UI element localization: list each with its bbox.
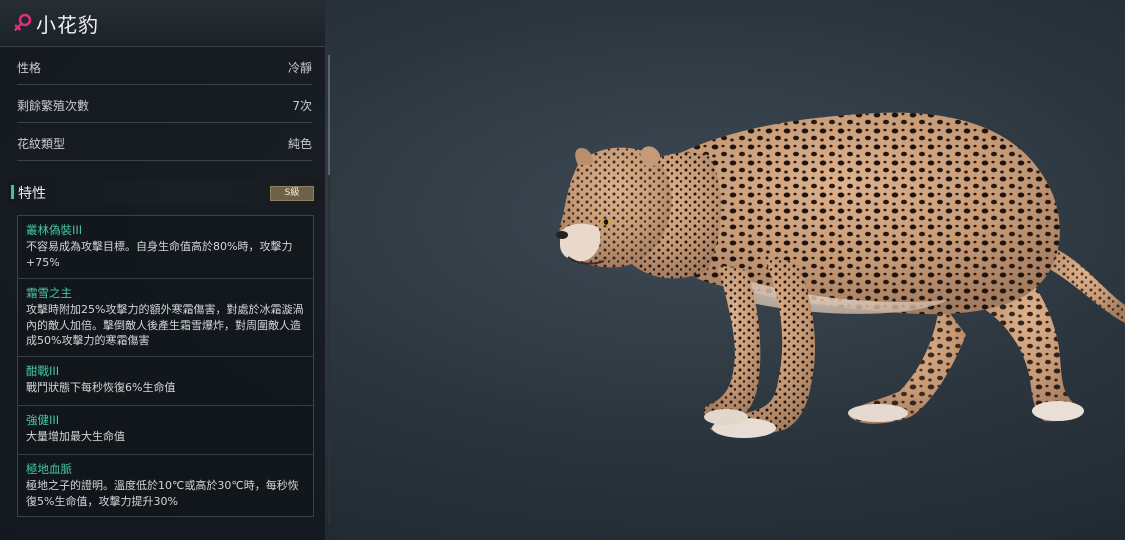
creature-info-panel: 小花豹 性格 冷靜 剩餘繁殖次數 7次 花紋類型 純色 特性 S級 叢林偽裝II…: [0, 0, 325, 540]
trait-name: 酣戰III: [26, 364, 60, 378]
trait-description: 戰鬥狀態下每秒恢復6%生命值: [26, 381, 176, 394]
trait-name: 極地血脈: [26, 462, 72, 476]
panel-header: 小花豹: [0, 0, 325, 47]
section-accent-bar: [11, 185, 14, 199]
traits-section-title: 特性: [18, 186, 46, 202]
trait-name: 叢林偽裝III: [26, 223, 83, 237]
grade-badge: S級: [270, 186, 314, 201]
attribute-label: 花紋類型: [17, 137, 66, 151]
trait-item[interactable]: 酣戰III 戰鬥狀態下每秒恢復6%生命值: [18, 357, 313, 406]
trait-item[interactable]: 叢林偽裝III 不容易成為攻擊目標。自身生命值高於80%時，攻擊力+75%: [18, 216, 313, 279]
attribute-row-breeding-count: 剩餘繁殖次數 7次: [17, 86, 312, 123]
attribute-value: 7次: [292, 99, 312, 113]
trait-description: 極地之子的證明。溫度低於10℃或高於30℃時，每秒恢復5%生命值，攻擊力提升30…: [26, 479, 299, 508]
attribute-value: 冷靜: [287, 61, 312, 75]
trait-item[interactable]: 強健III 大量增加最大生命值: [18, 406, 313, 455]
trait-name: 強健III: [26, 413, 60, 427]
traits-list[interactable]: 叢林偽裝III 不容易成為攻擊目標。自身生命值高於80%時，攻擊力+75% 霜雪…: [17, 215, 314, 517]
trait-item[interactable]: 霜雪之主 攻擊時附加25%攻擊力的額外寒霜傷害，對處於冰霜漩渦內的敵人加倍。擊倒…: [18, 279, 313, 357]
trait-description: 大量增加最大生命值: [26, 430, 125, 443]
attribute-value: 純色: [287, 137, 312, 151]
trait-name: 霜雪之主: [26, 286, 72, 300]
female-icon: [14, 13, 32, 31]
trait-description: 不容易成為攻擊目標。自身生命值高於80%時，攻擊力+75%: [26, 240, 293, 269]
attribute-label: 性格: [17, 61, 42, 75]
attribute-label: 剩餘繁殖次數: [17, 99, 90, 113]
trait-item[interactable]: 極地血脈 極地之子的證明。溫度低於10℃或高於30℃時，每秒恢復5%生命值，攻擊…: [18, 455, 313, 515]
trait-description: 攻擊時附加25%攻擊力的額外寒霜傷害，對處於冰霜漩渦內的敵人加倍。擊倒敵人後產生…: [26, 303, 304, 347]
creature-name: 小花豹: [36, 13, 99, 37]
scrollbar-thumb[interactable]: [328, 55, 330, 175]
attribute-row-pattern-type: 花紋類型 純色: [17, 124, 312, 161]
leopard-model-preview[interactable]: [548, 95, 1125, 455]
attribute-row-temperament: 性格 冷靜: [17, 48, 312, 85]
